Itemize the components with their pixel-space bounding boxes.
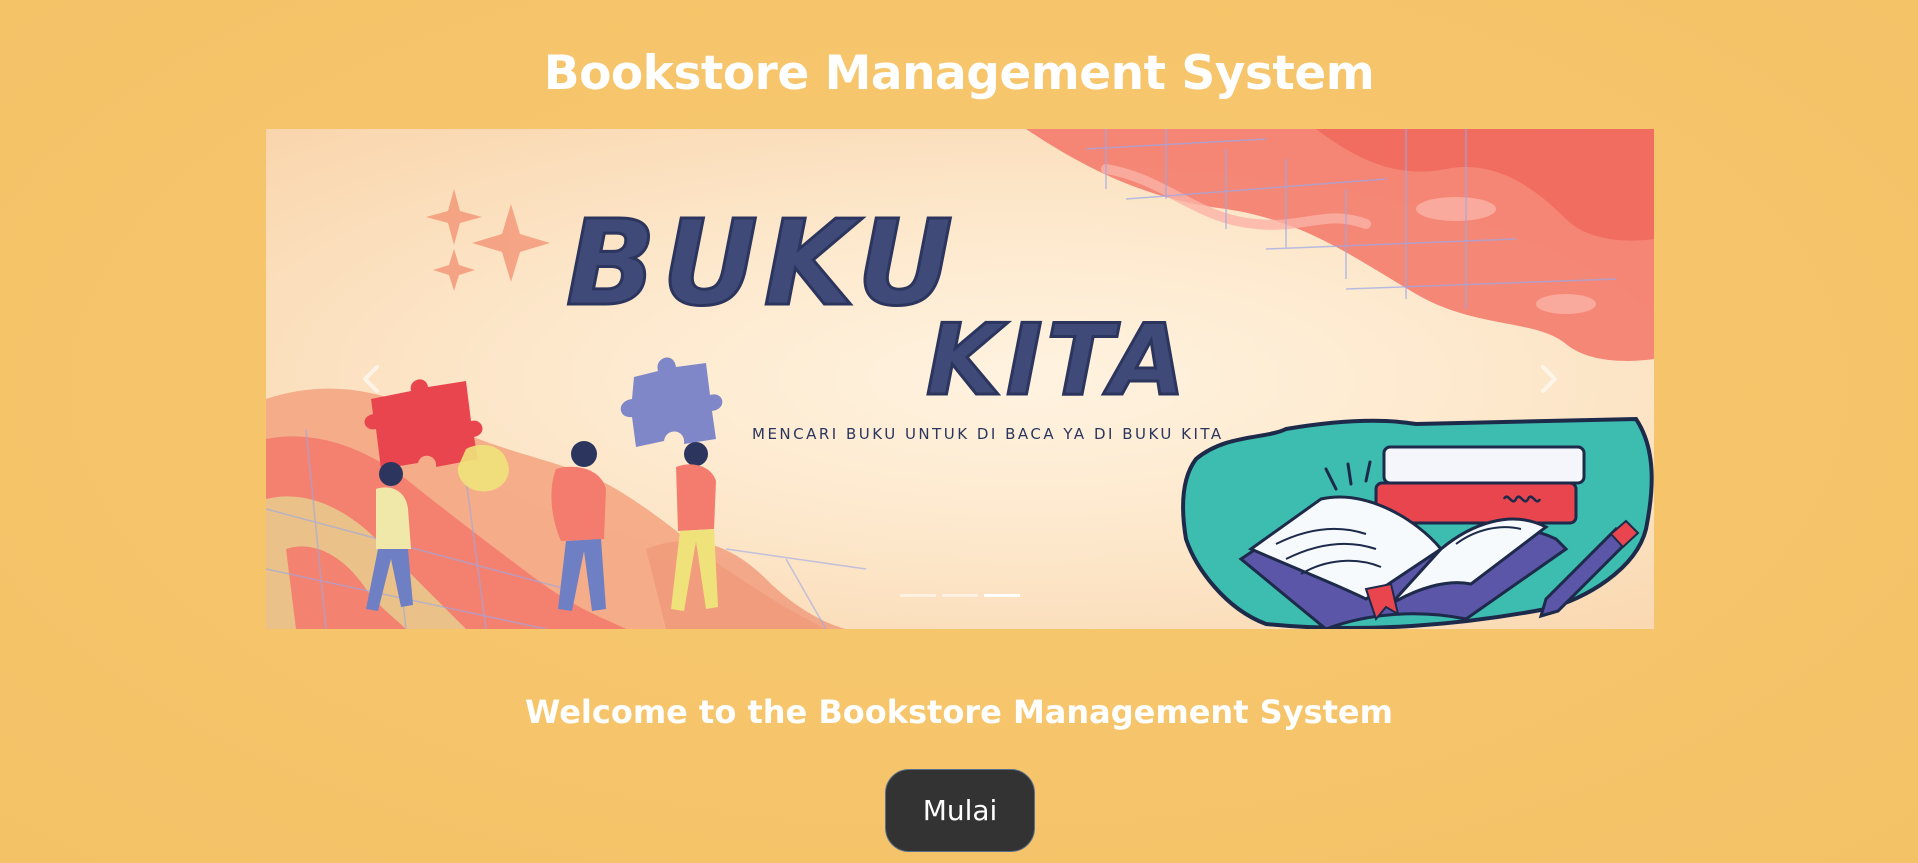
carousel-indicator-2[interactable] <box>942 594 978 597</box>
books-illustration <box>1181 416 1654 629</box>
carousel-prev-button[interactable] <box>321 329 421 429</box>
sparkle-icon <box>426 189 550 291</box>
banner-headline-kita: KITA <box>926 304 1190 418</box>
banner-tagline: MENCARI BUKU UNTUK DI BACA YA DI BUKU KI… <box>752 425 1224 443</box>
banner-illustration: BUKU KITA MENCARI BUKU UNTUK DI BACA YA … <box>266 129 1654 629</box>
carousel-indicator-3[interactable] <box>984 594 1020 597</box>
carousel-indicator-1[interactable] <box>900 594 936 597</box>
banner-carousel: BUKU KITA MENCARI BUKU UNTUK DI BACA YA … <box>266 129 1654 629</box>
chevron-right-icon <box>1541 365 1557 393</box>
chevron-left-icon <box>363 365 379 393</box>
start-button[interactable]: Mulai <box>885 769 1035 852</box>
welcome-text: Welcome to the Bookstore Management Syst… <box>525 693 1393 731</box>
carousel-indicators <box>266 594 1654 597</box>
carousel-next-button[interactable] <box>1499 329 1599 429</box>
page-title: Bookstore Management System <box>543 46 1375 101</box>
banner-headline-buku: BUKU <box>566 194 959 332</box>
